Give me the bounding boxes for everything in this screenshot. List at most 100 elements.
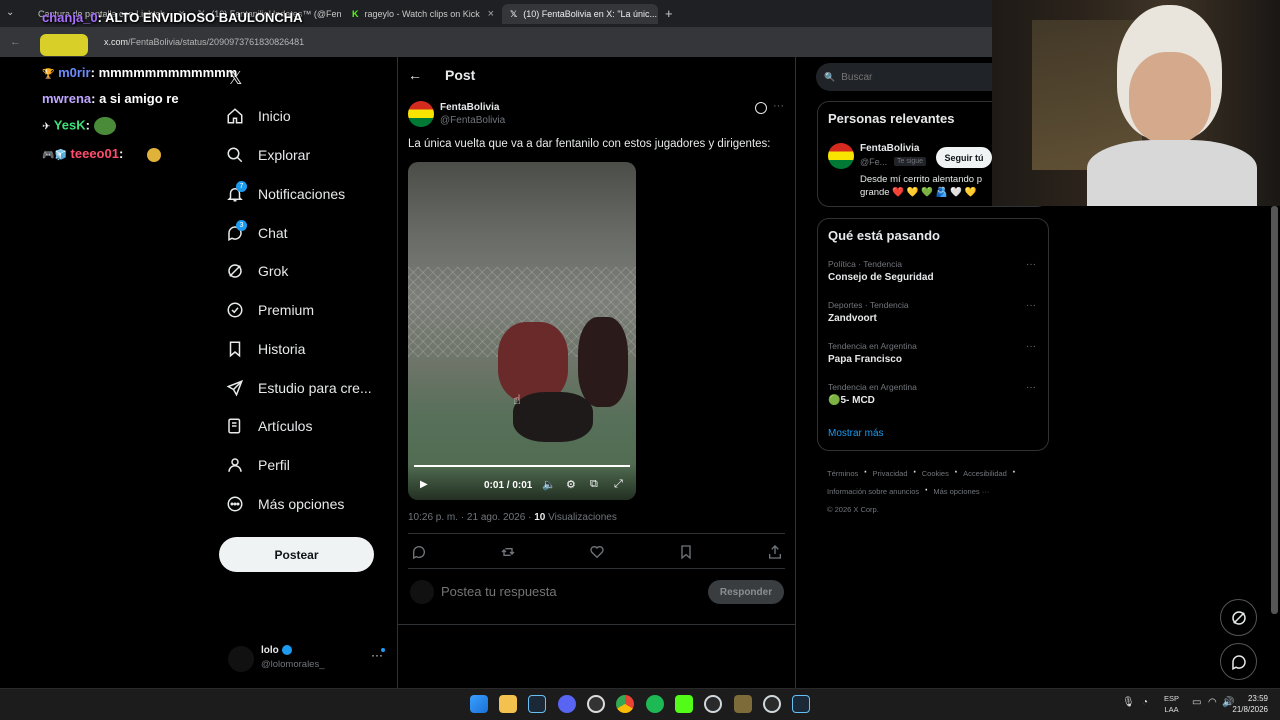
spotify-icon[interactable] <box>646 695 664 713</box>
kick-icon[interactable] <box>675 695 693 713</box>
person-avatar[interactable] <box>828 143 854 169</box>
url-field[interactable]: x.com/FentaBolivia/status/20909737618308… <box>104 37 304 47</box>
ccleaner-icon[interactable] <box>763 695 781 713</box>
scrollbar[interactable] <box>1271 206 1278 614</box>
kick-icon: K <box>352 9 359 19</box>
reply-avatar <box>410 580 434 604</box>
pip-icon[interactable]: ⧉ <box>590 478 598 491</box>
steam-icon[interactable] <box>792 695 810 713</box>
more-dots-icon[interactable]: ··· <box>773 100 784 112</box>
discord-icon[interactable] <box>558 695 576 713</box>
new-tab-button[interactable]: + <box>665 6 673 21</box>
play-icon[interactable]: ▶ <box>420 479 428 490</box>
reply-icon[interactable] <box>411 544 427 560</box>
network-icon[interactable]: ◔ <box>1142 697 1148 708</box>
more-dots-icon[interactable]: ··· <box>1026 300 1036 311</box>
trend-item[interactable]: Deportes · Tendencia Zandvoort ··· <box>828 300 1043 334</box>
more-dots-icon[interactable]: ··· <box>1026 259 1036 270</box>
clock-date: 21/8/2026 <box>1232 705 1268 714</box>
volume-icon[interactable]: 🔈 <box>542 478 556 491</box>
tab-title: rageylo - Watch clips on Kick <box>364 9 480 19</box>
footer-link[interactable]: Más opciones ··· <box>933 487 989 496</box>
nav-grok[interactable]: Grok <box>226 258 288 284</box>
nav-explore[interactable]: Explorar <box>226 142 310 168</box>
nav-articles[interactable]: Artículos <box>226 413 312 439</box>
nav-notifications[interactable]: 7 Notificaciones <box>226 181 345 207</box>
steam-icon[interactable] <box>528 695 546 713</box>
grok-fab[interactable] <box>1220 599 1257 636</box>
microphone-icon[interactable]: 🎙 <box>1122 697 1135 708</box>
divider <box>408 533 785 534</box>
search-input[interactable] <box>841 71 1012 83</box>
webcam-person-shirt <box>1087 140 1257 206</box>
badge-icon: 🏆 <box>42 69 55 80</box>
share-icon[interactable] <box>767 544 783 560</box>
nav-creator-studio[interactable]: Estudio para cre... <box>226 375 372 401</box>
footer-link[interactable]: Cookies <box>922 469 949 478</box>
messages-fab[interactable] <box>1220 643 1257 680</box>
trend-item[interactable]: Tendencia en Argentina Papa Francisco ··… <box>828 341 1043 375</box>
author-name[interactable]: FentaBolivia <box>440 102 499 113</box>
video-progress-bar[interactable] <box>414 465 630 467</box>
obs-icon[interactable] <box>587 695 605 713</box>
show-more-link[interactable]: Mostrar más <box>828 428 884 439</box>
person-icon <box>228 458 242 472</box>
author-avatar[interactable] <box>408 101 434 127</box>
close-icon[interactable]: × <box>488 8 494 20</box>
badge-icon: 🎮🧊 <box>42 150 67 161</box>
nav-premium[interactable]: Premium <box>226 297 314 323</box>
follow-button[interactable]: Seguir tú <box>936 147 992 168</box>
account-name-row: lolo <box>261 645 292 656</box>
author-handle[interactable]: @FentaBolivia <box>440 115 505 126</box>
browser-tab[interactable]: K rageylo - Watch clips on Kick × <box>344 4 502 24</box>
nav-home[interactable]: Inicio <box>226 103 291 129</box>
file-explorer-icon[interactable] <box>499 695 517 713</box>
x-logo-icon[interactable]: 𝕏 <box>228 68 243 89</box>
trends-panel: Qué está pasando Política · Tendencia Co… <box>817 218 1049 451</box>
like-icon[interactable] <box>589 544 605 560</box>
footer-link[interactable]: Información sobre anuncios <box>827 487 919 496</box>
settings-icon[interactable]: ⚙ <box>566 478 576 491</box>
divider <box>397 624 795 625</box>
windows-start-icon[interactable] <box>470 695 488 713</box>
nav-more-options[interactable]: Más opciones <box>226 491 344 517</box>
grok-icon[interactable] <box>755 102 767 114</box>
minecraft-icon[interactable] <box>734 695 752 713</box>
nav-label: Premium <box>258 302 315 318</box>
chrome-icon[interactable] <box>616 695 634 713</box>
trend-item[interactable]: Política · Tendencia Consejo de Segurida… <box>828 259 1043 293</box>
post-button[interactable]: Postear <box>219 537 374 572</box>
url-domain: x.com <box>104 37 129 47</box>
video-player[interactable]: ▶ 0:01 / 0:01 🔈 ⚙ ⧉ ⤢ <box>408 162 636 500</box>
video-frame-player <box>498 322 568 402</box>
browser-tab-active[interactable]: 𝕏 (10) FentaBolivia en X: "La únic...× <box>502 4 658 24</box>
person-bio: Desde mí cerrito alentando p grande ❤️ 💛… <box>860 174 982 198</box>
nav-label: Artículos <box>258 418 313 434</box>
clock[interactable]: 23:59 21/8/2026 <box>1228 693 1268 715</box>
back-icon[interactable]: ← <box>10 36 21 48</box>
language-indicator[interactable]: ESP LAA <box>1164 693 1179 715</box>
wifi-icon[interactable]: ◠ <box>1208 697 1217 708</box>
footer-link[interactable]: Accesibilidad <box>963 469 1007 478</box>
repost-icon[interactable] <box>500 544 516 560</box>
bookmark-icon[interactable] <box>678 544 694 560</box>
person-name[interactable]: FentaBolivia <box>860 143 919 154</box>
footer-link[interactable]: Privacidad <box>872 469 907 478</box>
nav-chat[interactable]: 3 Chat <box>226 220 288 246</box>
trend-item[interactable]: Tendencia en Argentina 🟢5- MCD ··· <box>828 382 1043 416</box>
reply-input[interactable] <box>441 584 681 599</box>
reply-button[interactable]: Responder <box>708 580 784 604</box>
back-arrow-icon[interactable]: ← <box>408 67 422 83</box>
more-dots-icon[interactable]: ··· <box>1026 341 1036 352</box>
footer-link[interactable]: Términos <box>827 469 858 478</box>
trend-category: Política · Tendencia <box>828 259 903 269</box>
more-dots-icon[interactable]: ··· <box>1026 382 1036 393</box>
nav-history[interactable]: Historia <box>226 336 305 362</box>
emote-icon <box>40 34 88 56</box>
tab-list-button[interactable]: ⌄ <box>6 7 20 21</box>
account-switcher[interactable]: lolo @lolomorales_ ··· <box>228 644 388 674</box>
nav-profile[interactable]: Perfil <box>226 452 290 478</box>
display-icon[interactable]: ▭ <box>1192 697 1201 708</box>
fullscreen-icon[interactable]: ⤢ <box>614 478 623 491</box>
ccleaner-icon[interactable] <box>704 695 722 713</box>
